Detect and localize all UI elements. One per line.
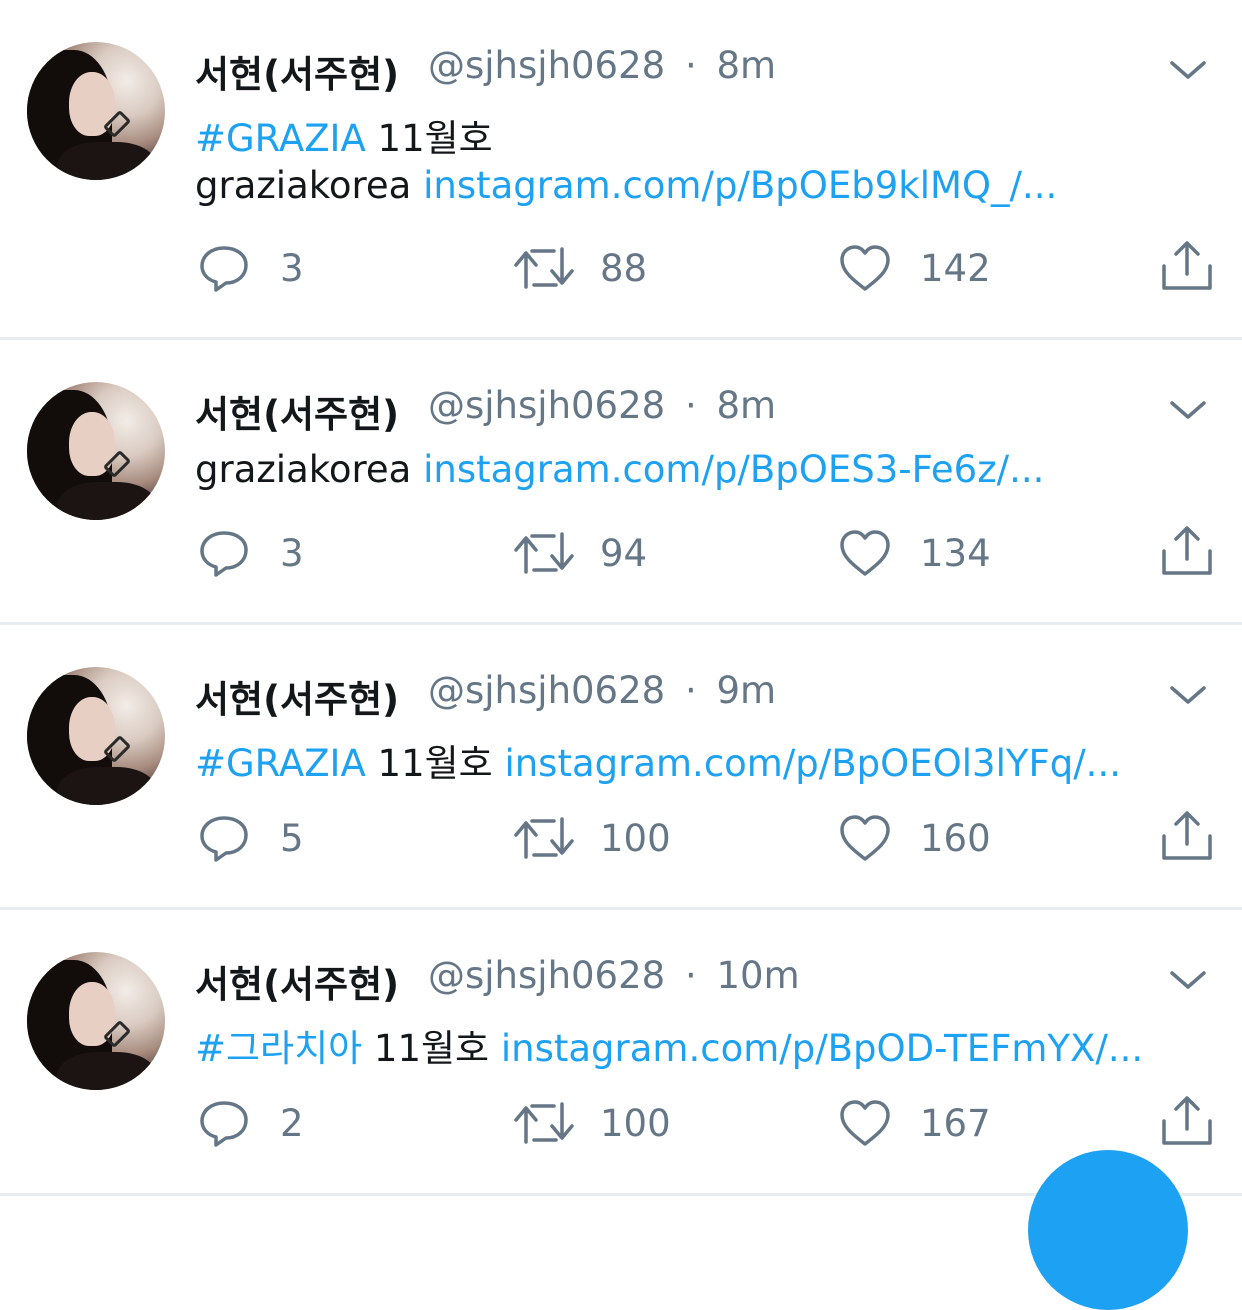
retweet-icon — [514, 247, 574, 289]
avatar[interactable] — [27, 667, 165, 805]
tweet-meta: @sjhsjh0628 · 9m — [428, 669, 776, 712]
compose-fab-button[interactable] — [1028, 1150, 1188, 1310]
display-name[interactable]: 서현(서주현) — [195, 44, 399, 98]
retweet-count: 88 — [600, 247, 648, 290]
share-icon — [1162, 526, 1212, 575]
share-icon — [1162, 811, 1212, 860]
display-name[interactable]: 서현(서주현) — [195, 384, 399, 438]
tweet-3[interactable]: 서현(서주현) @sjhsjh0628 · 9m #GRAZIA 11월호 in… — [0, 625, 1242, 908]
like-count: 160 — [920, 817, 991, 860]
like-button[interactable]: 134 — [838, 528, 1008, 584]
tweet-text-plain: 11월호 — [362, 1027, 501, 1070]
reply-count: 3 — [280, 247, 304, 290]
chevron-down-icon[interactable] — [1166, 395, 1210, 425]
instagram-link[interactable]: instagram.com/p/BpOEOl3lYFq/... — [504, 742, 1121, 785]
tweet-text-plain: 11월호 — [365, 117, 493, 160]
reply-icon — [200, 246, 248, 292]
display-name[interactable]: 서현(서주현) — [195, 669, 399, 723]
tweet-time[interactable]: 8m — [716, 384, 776, 427]
avatar[interactable] — [27, 42, 165, 180]
tweet-1[interactable]: 서현(서주현) @sjhsjh0628 · 8m #GRAZIA 11월호 gr… — [0, 0, 1242, 338]
retweet-icon — [514, 1102, 574, 1144]
like-button[interactable]: 142 — [838, 243, 1008, 299]
tweet-meta: @sjhsjh0628 · 8m — [428, 384, 776, 427]
retweet-count: 100 — [600, 817, 671, 860]
share-icon — [1162, 1096, 1212, 1145]
instagram-link[interactable]: instagram.com/p/BpOEb9klMQ_/... — [423, 164, 1057, 207]
reply-count: 2 — [280, 1102, 304, 1145]
meta-separator: · — [684, 954, 697, 997]
reply-icon — [200, 1101, 248, 1147]
heart-icon — [840, 1100, 890, 1146]
reply-button[interactable]: 3 — [198, 528, 338, 584]
retweet-count: 94 — [600, 532, 648, 575]
display-name[interactable]: 서현(서주현) — [195, 954, 399, 1008]
reply-icon — [200, 816, 248, 862]
share-button[interactable] — [1160, 1095, 1214, 1151]
instagram-link[interactable]: instagram.com/p/BpOES3-Fe6z/... — [423, 448, 1044, 491]
tweet-text-plain: 11월호 — [365, 742, 505, 785]
retweet-icon — [514, 817, 574, 859]
avatar[interactable] — [27, 952, 165, 1090]
user-handle[interactable]: @sjhsjh0628 — [428, 954, 665, 997]
user-handle[interactable]: @sjhsjh0628 — [428, 384, 665, 427]
share-button[interactable] — [1160, 240, 1214, 296]
tweet-text: #그라치아 11월호 instagram.com/p/BpOD-TEFmYX/.… — [195, 1018, 1143, 1072]
heart-icon — [840, 530, 890, 576]
retweet-button[interactable]: 100 — [512, 1098, 702, 1154]
tweet-meta: @sjhsjh0628 · 10m — [428, 954, 800, 997]
tweet-time[interactable]: 9m — [716, 669, 776, 712]
tweet-meta: @sjhsjh0628 · 8m — [428, 44, 776, 87]
avatar[interactable] — [27, 382, 165, 520]
retweet-button[interactable]: 88 — [512, 243, 682, 299]
hashtag-link[interactable]: #그라치아 — [195, 1027, 362, 1070]
user-handle[interactable]: @sjhsjh0628 — [428, 44, 665, 87]
reply-icon — [200, 531, 248, 577]
share-icon — [1162, 241, 1212, 290]
meta-separator: · — [684, 669, 697, 712]
heart-icon — [840, 245, 890, 291]
reply-button[interactable]: 3 — [198, 243, 338, 299]
like-button[interactable]: 160 — [838, 813, 1008, 869]
chevron-down-icon[interactable] — [1166, 680, 1210, 710]
tweet-2[interactable]: 서현(서주현) @sjhsjh0628 · 8m graziakorea ins… — [0, 340, 1242, 623]
like-count: 167 — [920, 1102, 991, 1145]
tweet-4[interactable]: 서현(서주현) @sjhsjh0628 · 10m #그라치아 11월호 ins… — [0, 910, 1242, 1193]
tweet-time[interactable]: 8m — [716, 44, 776, 87]
tweet-text-line-2: graziakorea instagram.com/p/BpOEb9klMQ_/… — [195, 164, 1057, 207]
tweet-text: graziakorea instagram.com/p/BpOES3-Fe6z/… — [195, 448, 1044, 491]
tweet-text: #GRAZIA 11월호 — [195, 108, 493, 162]
tweet-text-plain: graziakorea — [195, 448, 424, 491]
retweet-icon — [514, 532, 574, 574]
hashtag-link[interactable]: #GRAZIA — [195, 742, 366, 785]
like-count: 142 — [920, 247, 991, 290]
meta-separator: · — [684, 384, 697, 427]
tweet-text: #GRAZIA 11월호 instagram.com/p/BpOEOl3lYFq… — [195, 733, 1121, 787]
share-button[interactable] — [1160, 810, 1214, 866]
tweet-time[interactable]: 10m — [716, 954, 799, 997]
tweet-text-plain: graziakorea — [195, 164, 424, 207]
reply-button[interactable]: 2 — [198, 1098, 338, 1154]
retweet-button[interactable]: 94 — [512, 528, 682, 584]
chevron-down-icon[interactable] — [1166, 55, 1210, 85]
reply-button[interactable]: 5 — [198, 813, 338, 869]
reply-count: 5 — [280, 817, 304, 860]
retweet-count: 100 — [600, 1102, 671, 1145]
chevron-down-icon[interactable] — [1166, 965, 1210, 995]
retweet-button[interactable]: 100 — [512, 813, 702, 869]
reply-count: 3 — [280, 532, 304, 575]
like-count: 134 — [920, 532, 991, 575]
instagram-link[interactable]: instagram.com/p/BpOD-TEFmYX/... — [501, 1027, 1143, 1070]
user-handle[interactable]: @sjhsjh0628 — [428, 669, 665, 712]
share-button[interactable] — [1160, 525, 1214, 581]
like-button[interactable]: 167 — [838, 1098, 1008, 1154]
heart-icon — [840, 815, 890, 861]
hashtag-link[interactable]: #GRAZIA — [195, 117, 366, 160]
meta-separator: · — [684, 44, 697, 87]
